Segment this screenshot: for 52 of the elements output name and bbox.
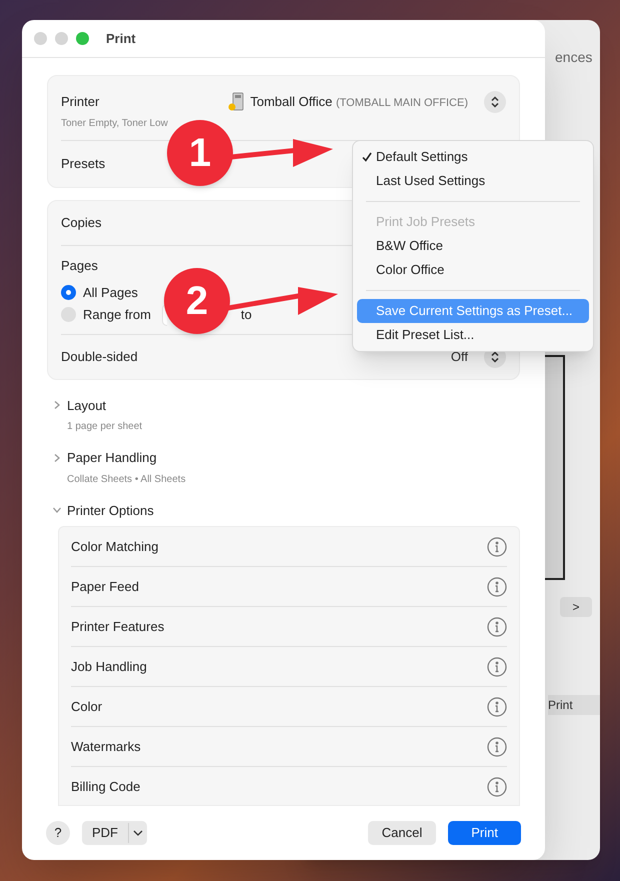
zoom-button[interactable] (76, 32, 89, 45)
printer-option[interactable]: Color Matching (71, 536, 158, 556)
next-button[interactable]: > (560, 597, 592, 617)
chevron-icon[interactable] (52, 505, 62, 516)
print-label: Print (548, 695, 600, 715)
printer-stepper-icon[interactable] (484, 91, 506, 113)
double-sided-label: Double-sided (61, 348, 138, 366)
printer-option[interactable]: Billing Code (71, 776, 140, 796)
info-icon[interactable] (487, 536, 507, 556)
double-sided-value: Off (450, 348, 468, 366)
radio-button[interactable] (61, 285, 76, 300)
pdf-menu-button[interactable]: PDF (82, 821, 147, 845)
toolbar-label: ences (555, 48, 592, 67)
print-button[interactable]: Print (448, 821, 521, 845)
chevron-icon[interactable] (52, 400, 62, 410)
section-subtitle: 1 page per sheet (67, 420, 144, 434)
info-icon[interactable] (487, 656, 507, 676)
printer-option[interactable]: Job Handling (71, 656, 147, 676)
info-icon[interactable] (487, 696, 507, 716)
info-icon[interactable] (487, 776, 507, 796)
radio-button[interactable] (61, 307, 76, 322)
range-to-label: to (240, 306, 252, 324)
printer-option[interactable]: Printer Features (71, 616, 164, 636)
printer-label: Printer (61, 93, 100, 112)
menu-item[interactable]: B&W Office (357, 234, 589, 258)
pages-label: Pages (61, 257, 98, 275)
menu-item[interactable]: Default Settings (357, 145, 589, 169)
help-button[interactable]: ? (46, 821, 70, 845)
radio-label: All Pages (83, 284, 138, 302)
info-icon[interactable] (487, 616, 507, 636)
info-icon[interactable] (487, 576, 507, 596)
printer-option[interactable]: Paper Feed (71, 576, 139, 596)
menu-header: Print Job Presets (375, 213, 476, 232)
menu-item[interactable]: Color Office (357, 258, 589, 282)
section-title[interactable]: Paper Handling (67, 448, 157, 468)
cancel-button[interactable]: Cancel (368, 821, 436, 845)
copies-label: Copies (61, 214, 102, 232)
caret-icon (133, 829, 143, 837)
info-icon[interactable] (487, 736, 507, 756)
printer-option[interactable]: Color (71, 696, 102, 716)
printer-name: Tomball Office (TOMBALL MAIN OFFICE) (250, 93, 468, 112)
section-title[interactable]: Layout (67, 396, 106, 415)
section-title[interactable]: Printer Options (67, 500, 154, 520)
radio-label: Range from (83, 306, 151, 324)
window-title: Print (106, 30, 136, 48)
presets-label: Presets (61, 155, 106, 174)
chevron-icon[interactable] (52, 452, 62, 463)
printer-icon (228, 92, 244, 112)
section-subtitle: Collate Sheets • All Sheets (67, 472, 187, 486)
menu-item[interactable]: Edit Preset List... (357, 323, 589, 347)
printer-option[interactable]: Watermarks (71, 736, 141, 756)
menu-item[interactable]: Last Used Settings (357, 169, 589, 193)
